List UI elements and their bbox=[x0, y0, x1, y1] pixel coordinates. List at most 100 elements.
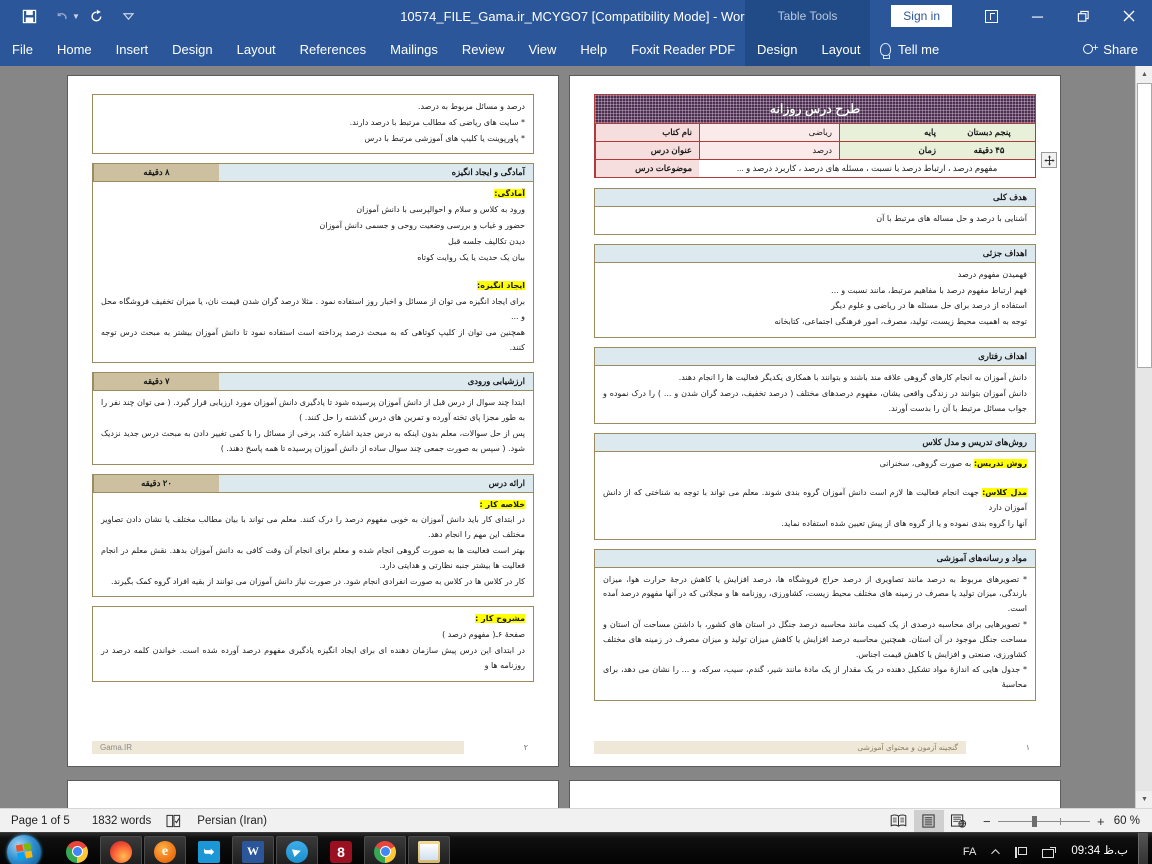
language-bar-indicator[interactable]: FA bbox=[956, 846, 983, 858]
tell-me-box[interactable]: Tell me bbox=[880, 32, 939, 66]
print-layout-button[interactable] bbox=[913, 810, 944, 832]
section-body: آمادگی: ورود به کلاس و سلام و احوالپرسی … bbox=[93, 182, 533, 362]
cell-label-book: نام کتاب bbox=[595, 124, 699, 141]
section-line: در ابتدای کار باید دانش آموزان به خوبی م… bbox=[101, 515, 525, 540]
zoom-thumb[interactable] bbox=[1031, 815, 1037, 827]
tab-help[interactable]: Help bbox=[568, 32, 619, 66]
section-line: پس از حل سوالات، معلم بدون اینکه به درس … bbox=[101, 428, 525, 453]
section-title: اهداف جزئی bbox=[595, 244, 1035, 263]
web-layout-button[interactable] bbox=[944, 810, 974, 832]
document-page-left-next[interactable]: کارهای خیر و صدقه نیکو مانند پس انداز کر… bbox=[68, 781, 558, 808]
section-line: فهم ارتباط مفهوم درصد با مفاهیم مرتبط، م… bbox=[831, 285, 1027, 295]
tab-table-layout[interactable]: Layout bbox=[809, 32, 872, 66]
taskbar-edge-icon[interactable]: e bbox=[144, 835, 186, 864]
section-line: دانش آموزان به انجام کارهای گروهی علاقه … bbox=[678, 372, 1027, 382]
scrollbar-split-handle[interactable] bbox=[1136, 382, 1152, 392]
taskbar-chrome-icon[interactable] bbox=[56, 836, 98, 864]
section-general-goal: هدف کلی آشنایی با درصد و حل مساله های مر… bbox=[594, 188, 1036, 235]
tab-home[interactable]: Home bbox=[45, 32, 104, 66]
scroll-down-arrow-icon[interactable]: ▼ bbox=[1136, 791, 1152, 808]
zoom-level-label[interactable]: 60 % bbox=[1114, 815, 1152, 827]
share-button[interactable]: Share bbox=[1083, 32, 1138, 66]
tab-layout[interactable]: Layout bbox=[225, 32, 288, 66]
tab-insert[interactable]: Insert bbox=[104, 32, 161, 66]
tab-review[interactable]: Review bbox=[450, 32, 517, 66]
section-line: کار در کلاس ها در کلاس به صورت انفرادی ا… bbox=[110, 576, 525, 586]
ribbon-display-options-icon[interactable] bbox=[968, 0, 1014, 32]
sign-in-button[interactable]: Sign in bbox=[891, 4, 952, 28]
tab-foxit-reader-pdf[interactable]: Foxit Reader PDF bbox=[619, 32, 747, 66]
cell-value-book: ریاضی bbox=[699, 124, 839, 141]
section-materials-media: مواد و رسانه‌های آموزشی * تصویرهای مربوط… bbox=[594, 548, 1036, 701]
show-hidden-icons-button[interactable] bbox=[983, 848, 1008, 856]
intro-line: درصد و مسائل مربوط به درصد. bbox=[417, 102, 525, 111]
section-readiness: ۸ دقیقه آمادگی و ایجاد انگیزه آمادگی: ور… bbox=[92, 163, 534, 364]
tab-mailings[interactable]: Mailings bbox=[378, 32, 450, 66]
tab-references[interactable]: References bbox=[288, 32, 378, 66]
tab-table-design[interactable]: Design bbox=[745, 32, 809, 66]
document-page-right[interactable]: طرح درس روزانه نام کتاب ریاضی پایه پنجم … bbox=[570, 76, 1060, 766]
scrollbar-thumb[interactable] bbox=[1137, 83, 1152, 368]
clock[interactable]: ب.ظ 09:34 bbox=[1063, 845, 1136, 858]
zoom-out-button[interactable]: − bbox=[982, 814, 992, 829]
section-body: آشنایی با درصد و حل مساله های مرتبط با آ… bbox=[595, 207, 1035, 234]
table-move-handle-icon[interactable] bbox=[1041, 152, 1057, 168]
start-button[interactable] bbox=[0, 833, 48, 864]
scroll-up-arrow-icon[interactable]: ▲ bbox=[1136, 66, 1152, 83]
intro-text-body: درصد و مسائل مربوط به درصد. * سایت های ر… bbox=[93, 95, 533, 153]
windows-taskbar: e ➥ W 8 FA ب.ظ 09:34 bbox=[0, 832, 1152, 864]
zoom-in-button[interactable]: + bbox=[1096, 814, 1106, 829]
redo-icon[interactable] bbox=[82, 3, 112, 29]
document-page-right-next[interactable]: کتاب ها شنیدن نام درصد در اخبار رادیو و … bbox=[570, 781, 1060, 808]
read-mode-button[interactable] bbox=[884, 810, 914, 832]
taskbar-pinned-apps: e ➥ W 8 bbox=[56, 835, 450, 864]
section-header-row: ۸ دقیقه آمادگی و ایجاد انگیزه bbox=[93, 164, 533, 183]
taskbar-idm-icon[interactable]: ➥ bbox=[188, 836, 230, 864]
show-desktop-button[interactable] bbox=[1138, 833, 1148, 864]
customize-qat-icon[interactable] bbox=[114, 3, 144, 29]
taskbar-word-icon[interactable]: W bbox=[232, 835, 274, 864]
status-bar: Page 1 of 5 1832 words Persian (Iran) − … bbox=[0, 808, 1152, 832]
ribbon-tab-bar: File Home Insert Design Layout Reference… bbox=[0, 32, 1152, 66]
page-indicator[interactable]: Page 1 of 5 bbox=[0, 815, 81, 827]
system-tray: FA ب.ظ 09:34 bbox=[956, 833, 1152, 864]
table-row: موضوعات درس مفهوم درصد ، ارتباط درصد با … bbox=[595, 159, 1035, 177]
section-body: * تصویرهای مربوط به درصد مانند تصاویری ا… bbox=[595, 568, 1035, 700]
vertical-scrollbar[interactable]: ▲ ▼ bbox=[1135, 66, 1152, 808]
zoom-slider[interactable]: − + bbox=[974, 814, 1114, 829]
close-button[interactable] bbox=[1106, 0, 1152, 32]
taskbar-chrome-2-icon[interactable] bbox=[364, 835, 406, 864]
section-header-row: ۷ دقیقه ارزشیابی ورودی bbox=[93, 373, 533, 392]
word-count[interactable]: 1832 words bbox=[81, 815, 162, 827]
restore-button[interactable] bbox=[1060, 0, 1106, 32]
taskbar-firefox-icon[interactable] bbox=[100, 835, 142, 864]
minimize-button[interactable] bbox=[1014, 0, 1060, 32]
taskbar-file-explorer-icon[interactable] bbox=[408, 835, 450, 864]
window-controls: Sign in bbox=[891, 0, 1152, 32]
tab-file[interactable]: File bbox=[0, 32, 45, 66]
document-page-left[interactable]: درصد و مسائل مربوط به درصد. * سایت های ر… bbox=[68, 76, 558, 766]
zoom-track[interactable] bbox=[997, 815, 1090, 827]
undo-dropdown-icon[interactable]: ▼ bbox=[72, 12, 80, 21]
section-line: * جدول هایی که اندازهٔ مواد تشکیل دهنده … bbox=[603, 665, 1027, 690]
section-title: مواد و رسانه‌های آموزشی bbox=[595, 549, 1035, 568]
taskbar-telegram-icon[interactable] bbox=[276, 835, 318, 864]
proofing-errors-icon[interactable] bbox=[162, 814, 186, 828]
title-bar: ▼ 10574_FILE_Gama.ir_MCYGO7 [Compatibili… bbox=[0, 0, 1152, 32]
action-center-flag-icon[interactable] bbox=[1008, 846, 1035, 858]
clock-time: 09:34 bbox=[1071, 845, 1101, 858]
taskbar-eight-app-icon[interactable]: 8 bbox=[320, 836, 362, 864]
document-canvas[interactable]: درصد و مسائل مربوط به درصد. * سایت های ر… bbox=[0, 66, 1135, 808]
section-title: ارزشیابی ورودی bbox=[467, 376, 525, 387]
tab-view[interactable]: View bbox=[516, 32, 568, 66]
windows-logo-icon bbox=[7, 834, 41, 864]
network-icon[interactable] bbox=[1035, 846, 1063, 858]
tab-design[interactable]: Design bbox=[160, 32, 224, 66]
section-header-row: ۲۰ دقیقه ارائه درس bbox=[93, 474, 533, 493]
save-icon[interactable] bbox=[14, 3, 44, 29]
section-body: روش تدریس: به صورت گروهی، سخنرانی مدل کل… bbox=[595, 452, 1035, 538]
section-body: فهمیدن مفهوم درصد فهم ارتباط مفهوم درصد … bbox=[595, 263, 1035, 337]
language-indicator[interactable]: Persian (Iran) bbox=[186, 815, 278, 827]
status-bar-right: − + 60 % bbox=[884, 809, 1152, 833]
section-body: خلاصه کار : در ابتدای کار باید دانش آموز… bbox=[93, 493, 533, 597]
